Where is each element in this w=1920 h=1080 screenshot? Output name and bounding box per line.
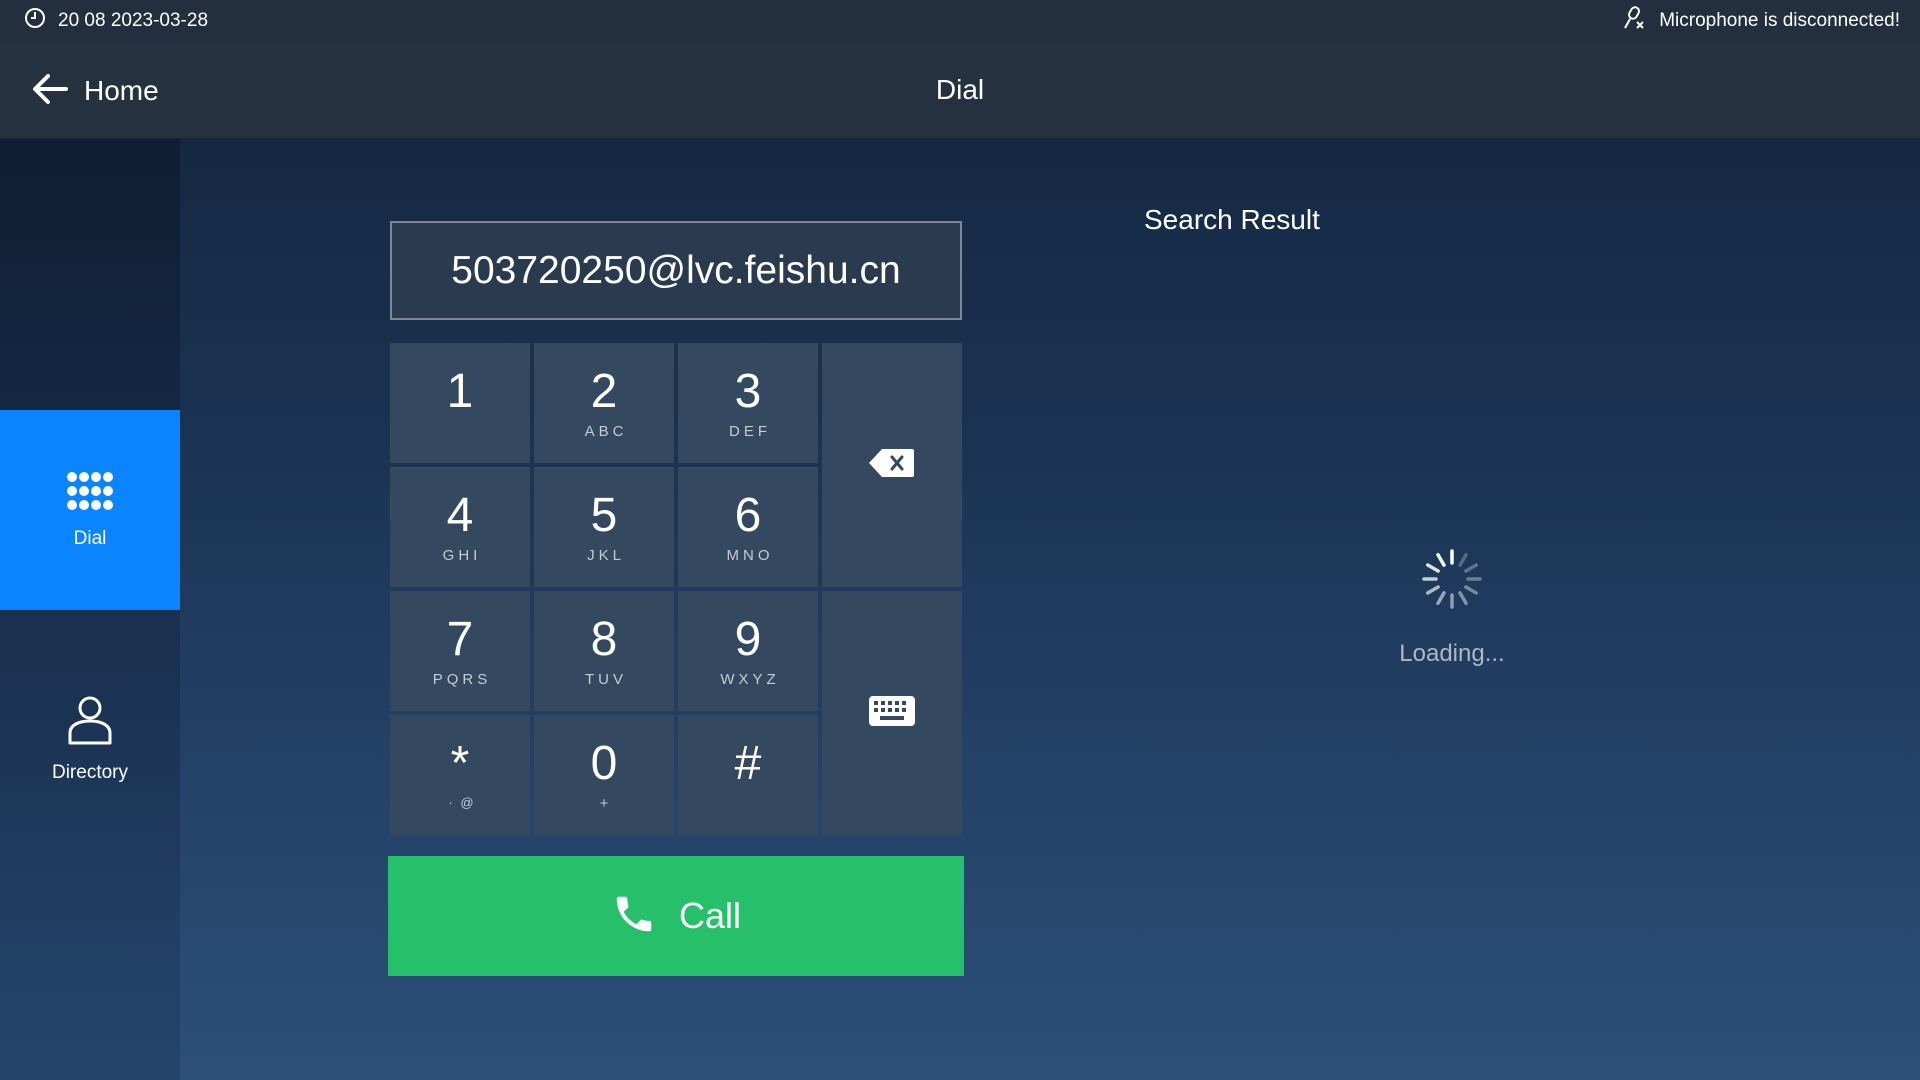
key-digit: # [734,737,762,790]
key-letters: PQRS [432,671,492,688]
key-6[interactable]: 6 MNO [678,467,818,587]
key-letters: TUV [585,671,627,688]
loading-text: Loading... [1399,640,1505,667]
status-time-group: 20 08 2023-03-28 [24,7,208,35]
person-icon [67,695,113,750]
call-button[interactable]: Call [388,856,964,976]
keyboard-toggle-button[interactable] [822,591,962,835]
key-letters: WXYZ [720,671,780,688]
key-digit: 9 [734,613,762,666]
key-9[interactable]: 9 WXYZ [678,591,818,711]
key-4[interactable]: 4 GHI [390,467,530,587]
key-letters: + [599,795,613,812]
key-digit: 0 [590,737,618,790]
status-bar: 20 08 2023-03-28 Microphone is disconnec… [0,0,1920,42]
mic-status-text: Microphone is disconnected! [1659,10,1900,31]
search-result-title: Search Result [1144,204,1320,235]
key-7[interactable]: 7 PQRS [390,591,530,711]
key-star[interactable]: * · @ [390,715,530,835]
status-mic-group: Microphone is disconnected! [1621,5,1900,37]
key-digit: 1 [446,365,474,418]
call-label: Call [678,895,741,936]
key-5[interactable]: 5 JKL [534,467,674,587]
loading-spinner-icon [1420,547,1484,611]
dial-number-input[interactable]: 503720250@lvc.feishu.cn [390,221,962,320]
sidebar-item-directory[interactable]: Directory [0,659,180,819]
backspace-icon [868,447,916,484]
clock-icon [24,7,46,35]
key-0[interactable]: 0 + [534,715,674,835]
page-title: Dial [935,74,985,105]
sidebar-item-dial[interactable]: Dial [0,410,180,610]
key-letters: MNO [726,547,774,564]
key-digit: 2 [590,365,618,418]
key-1[interactable]: 1 [390,343,530,463]
backspace-button[interactable] [822,343,962,587]
key-digit: * [450,737,470,790]
key-hash[interactable]: # [678,715,818,835]
sidebar-item-label: Directory [51,761,128,783]
sidebar-item-label: Dial [73,527,107,549]
key-digit: 8 [590,613,618,666]
key-digit: 4 [446,489,474,542]
key-letters: ABC [584,423,628,440]
title-bar: Home Dial [0,42,1920,139]
key-letters: JKL [587,547,625,564]
sidebar: Dial Directory [0,139,180,1080]
key-2[interactable]: 2 ABC [534,343,674,463]
dialpad-icon [65,471,115,516]
key-digit: 3 [734,365,762,418]
keyboard-icon [868,695,916,732]
phone-icon [611,891,657,942]
key-3[interactable]: 3 DEF [678,343,818,463]
key-digit: 5 [590,489,618,542]
key-digit: 6 [734,489,762,542]
key-letters: GHI [442,547,482,564]
key-digit: 7 [446,613,474,666]
key-letters: DEF [729,423,771,440]
key-8[interactable]: 8 TUV [534,591,674,711]
key-letters: · @ [448,795,476,810]
status-time: 20 08 2023-03-28 [58,10,209,31]
mic-off-icon [1621,5,1647,37]
